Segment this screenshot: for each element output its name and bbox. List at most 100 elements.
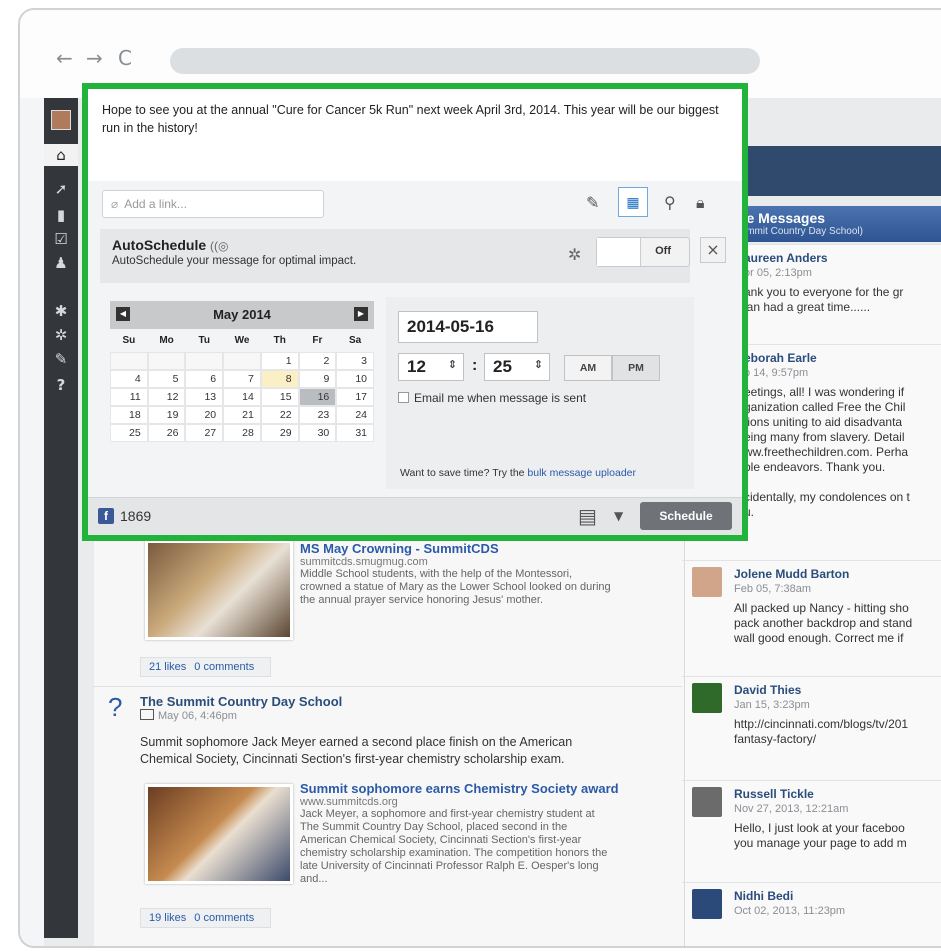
am-button[interactable]: AM xyxy=(564,355,612,381)
calendar-day[interactable]: 8 xyxy=(260,370,299,388)
link-preview-2: Summit sophomore earns Chemistry Society… xyxy=(300,781,680,886)
calendar-day[interactable]: 18 xyxy=(110,406,148,424)
sender-avatar[interactable] xyxy=(692,889,722,919)
minute-select[interactable]: 25 ⇕ xyxy=(484,353,550,381)
send-icon[interactable]: ➚ xyxy=(44,180,78,198)
calendar-day[interactable]: 20 xyxy=(185,406,224,424)
message-item[interactable]: Russell Tickle Nov 27, 2013, 12:21am Hello… xyxy=(682,780,941,882)
reload-icon[interactable]: C xyxy=(118,46,132,70)
calendar-day[interactable]: 14 xyxy=(223,388,261,406)
calendar-day[interactable]: 1 xyxy=(260,352,299,370)
address-bar[interactable] xyxy=(170,48,760,74)
message-text-line: lan had a great time...... xyxy=(744,300,871,314)
hour-select[interactable]: 12 ⇕ xyxy=(398,353,464,381)
schedule-calendar-icon[interactable]: ▦ xyxy=(618,187,648,217)
home-icon[interactable]: ⌂ xyxy=(44,144,78,166)
calendar-day[interactable]: 19 xyxy=(147,406,186,424)
back-icon[interactable]: ← xyxy=(56,46,73,70)
sender-name[interactable]: Nidhi Bedi xyxy=(734,889,941,904)
pm-button[interactable]: PM xyxy=(612,355,660,381)
preview-title-2[interactable]: Summit sophomore earns Chemistry Society… xyxy=(300,781,680,796)
calendar-day[interactable]: 26 xyxy=(147,424,186,442)
sender-name[interactable]: Russell Tickle xyxy=(734,787,941,802)
calendar-day[interactable]: 9 xyxy=(298,370,337,388)
location-icon[interactable]: ⚲ xyxy=(664,193,676,212)
sender-avatar[interactable] xyxy=(692,683,722,713)
calendar-day[interactable]: 4 xyxy=(110,370,148,388)
preview-thumbnail-2[interactable] xyxy=(145,784,293,884)
attachment-icon[interactable]: ✎ xyxy=(586,193,599,212)
calendar-day[interactable]: 22 xyxy=(260,406,299,424)
autoschedule-settings-icon[interactable]: ✲ xyxy=(568,245,581,264)
message-text-line: All packed up Nancy - hitting sho xyxy=(734,601,909,615)
date-input[interactable]: 2014-05-16 xyxy=(398,311,538,343)
post-author[interactable]: The Summit Country Day School xyxy=(140,694,342,709)
add-link-input[interactable]: ⌀ Add a link... xyxy=(102,190,324,218)
analytics-icon[interactable]: ▮ xyxy=(44,206,78,224)
message-item[interactable]: Jolene Mudd Barton Feb 05, 7:38am All pack… xyxy=(682,560,941,676)
calendar-day[interactable]: 7 xyxy=(223,370,261,388)
sender-name[interactable]: David Thies xyxy=(734,683,941,698)
calendar-day[interactable]: 30 xyxy=(298,424,337,442)
lock-icon[interactable]: 🔒︎ xyxy=(696,193,705,213)
calendar-day[interactable]: 10 xyxy=(336,370,374,388)
calendar-day[interactable]: 2 xyxy=(298,352,337,370)
tasks-icon[interactable]: ☑ xyxy=(44,230,78,248)
user-avatar[interactable] xyxy=(51,110,71,130)
preview-thumbnail[interactable] xyxy=(145,540,293,640)
contacts-icon[interactable]: ♟ xyxy=(44,254,78,272)
calendar-day[interactable]: 6 xyxy=(185,370,224,388)
preview-title[interactable]: MS May Crowning - SummitCDS xyxy=(300,541,680,556)
facebook-page-icon xyxy=(140,709,154,720)
message-text-line: u. xyxy=(744,505,755,519)
calendar-day[interactable]: 31 xyxy=(336,424,374,442)
sender-avatar[interactable] xyxy=(692,567,722,597)
settings-icon[interactable]: ✲ xyxy=(44,326,78,344)
calendar-day[interactable]: 13 xyxy=(185,388,224,406)
calendar-empty-cell xyxy=(185,352,224,370)
calendar-day[interactable]: 5 xyxy=(147,370,186,388)
close-button[interactable]: × xyxy=(700,237,726,263)
message-item[interactable]: David Thies Jan 15, 3:23pm http://cincinna… xyxy=(682,676,941,780)
message-item[interactable]: Nidhi Bedi Oct 02, 2013, 11:23pm xyxy=(682,882,941,942)
calendar-day[interactable]: 23 xyxy=(298,406,337,424)
help-icon[interactable]: ? xyxy=(44,376,78,394)
autoschedule-toggle[interactable]: Off xyxy=(596,237,690,267)
sender-avatar[interactable] xyxy=(692,787,722,817)
message-text-line: fantasy-factory/ xyxy=(734,732,817,746)
autoschedule-title: AutoSchedule ((◎ xyxy=(112,237,229,253)
calendar-day[interactable]: 17 xyxy=(336,388,374,406)
likes-link[interactable]: 21 likes xyxy=(149,661,186,673)
message-time: Feb 05, 7:38am xyxy=(734,583,812,595)
tools-icon[interactable]: ✎ xyxy=(44,350,78,368)
save-draft-icon[interactable]: ▤ xyxy=(578,504,597,528)
schedule-button[interactable]: Schedule xyxy=(640,502,732,530)
comments-link[interactable]: 0 comments xyxy=(194,912,254,924)
forward-icon[interactable]: → xyxy=(86,46,103,70)
calendar-day[interactable]: 11 xyxy=(110,388,148,406)
sender-name[interactable]: Jolene Mudd Barton xyxy=(734,567,941,582)
calendar-day[interactable]: 16 xyxy=(298,388,337,406)
bulk-uploader-link[interactable]: bulk message uploader xyxy=(527,467,636,479)
calendar-day[interactable]: 21 xyxy=(223,406,261,424)
calendar-day[interactable]: 27 xyxy=(185,424,224,442)
calendar-day[interactable]: 29 xyxy=(260,424,299,442)
message-textarea[interactable]: Hope to see you at the annual "Cure for … xyxy=(88,89,742,181)
next-month-button[interactable]: ▶ xyxy=(354,307,368,321)
apps-icon[interactable]: ✱ xyxy=(44,302,78,320)
autoschedule-subtitle: AutoSchedule your message for optimal im… xyxy=(112,255,357,267)
calendar-day[interactable]: 28 xyxy=(223,424,261,442)
calendar-day[interactable]: 24 xyxy=(336,406,374,424)
comments-link[interactable]: 0 comments xyxy=(194,661,254,673)
sender-name[interactable]: aureen Anders xyxy=(744,251,941,266)
chevron-down-icon[interactable]: ▼ xyxy=(614,509,623,523)
calendar-day[interactable]: 12 xyxy=(147,388,186,406)
calendar-grid: Su Mo Tu We Th Fr Sa 1 2 3 4 5 6 7 8 9 10 11 12 13 14 15 16 17 1… xyxy=(110,329,374,442)
calendar-day[interactable]: 3 xyxy=(336,352,374,370)
likes-link[interactable]: 19 likes xyxy=(149,912,186,924)
sender-name[interactable]: eborah Earle xyxy=(744,351,941,366)
email-checkbox[interactable]: Email me when message is sent xyxy=(398,391,586,405)
calendar-day[interactable]: 15 xyxy=(260,388,299,406)
calendar-day[interactable]: 25 xyxy=(110,424,148,442)
weekday-header: We xyxy=(223,329,261,352)
